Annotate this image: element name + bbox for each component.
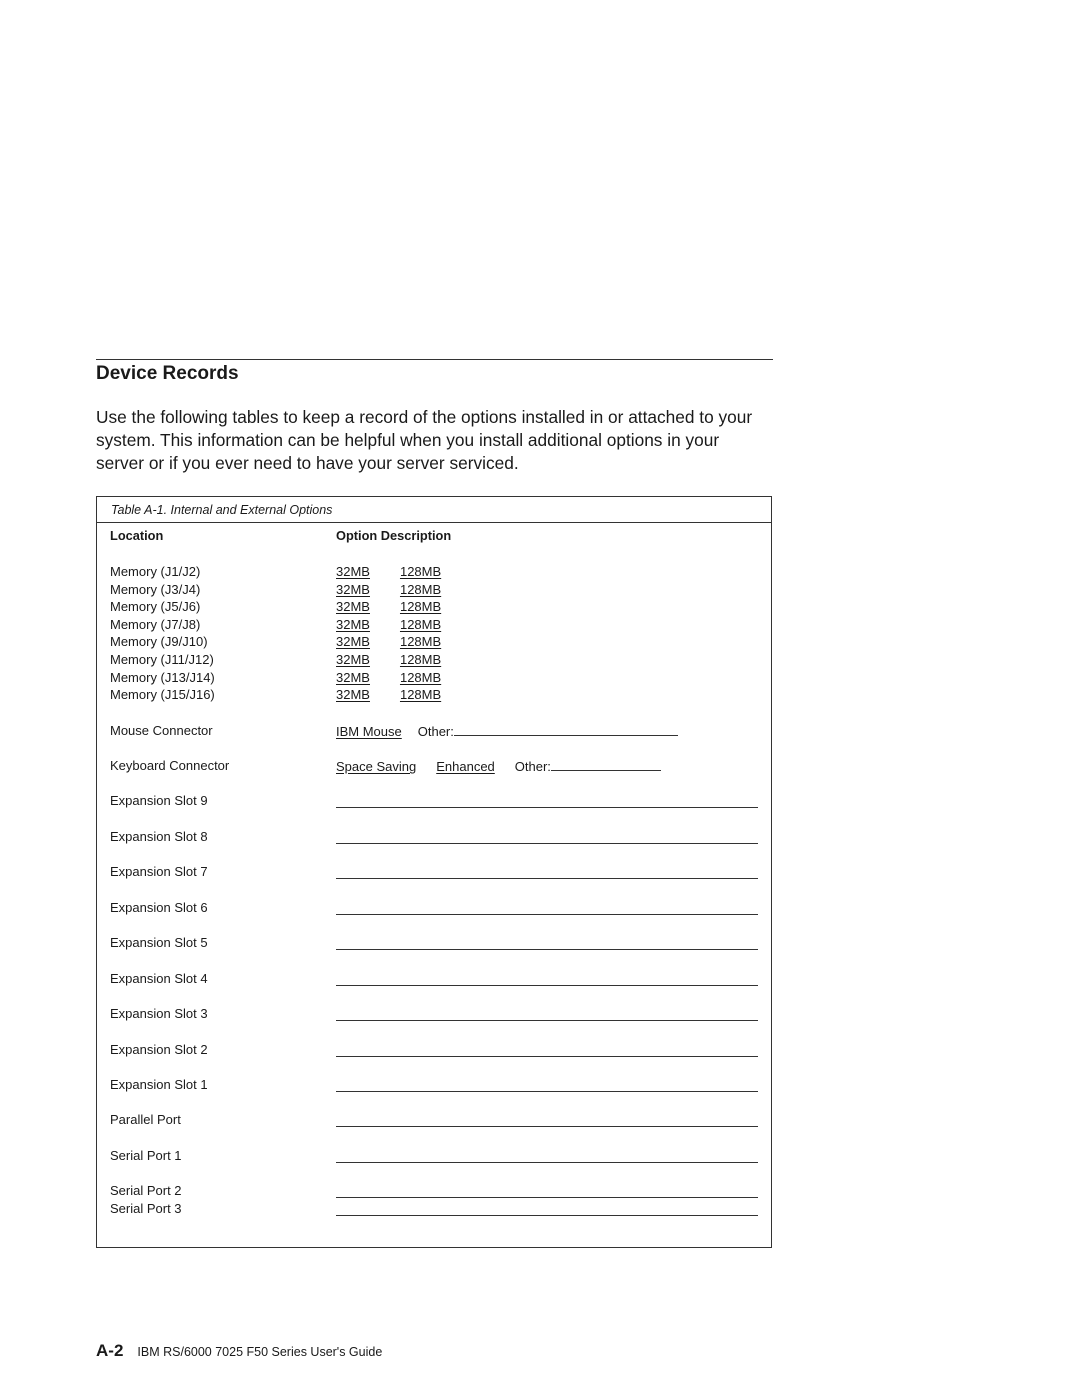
option-128mb[interactable]: 128MB [400, 617, 441, 632]
table-row: Memory (J1/J2) 32MB 128MB [97, 564, 771, 582]
option-128mb[interactable]: 128MB [400, 564, 441, 579]
fill-in-line[interactable] [336, 1197, 758, 1198]
row-location: Expansion Slot 6 [110, 900, 208, 915]
row-location: Expansion Slot 2 [110, 1042, 208, 1057]
option-128mb[interactable]: 128MB [400, 652, 441, 667]
fill-in-line[interactable] [336, 949, 758, 950]
table-row: Serial Port 3 [97, 1201, 771, 1219]
table-caption: Table A-1. Internal and External Options [97, 497, 771, 523]
row-location: Serial Port 2 [110, 1183, 182, 1198]
table-row: Expansion Slot 3 [97, 1006, 771, 1024]
fill-in-line[interactable] [336, 878, 758, 879]
option-128mb[interactable]: 128MB [400, 634, 441, 649]
row-location: Keyboard Connector [110, 758, 230, 773]
table-row: Expansion Slot 8 [97, 829, 771, 847]
other-input-line[interactable] [453, 723, 678, 736]
section-rule [96, 359, 773, 360]
row-location: Expansion Slot 9 [110, 793, 208, 808]
row-location: Expansion Slot 7 [110, 864, 208, 879]
row-location: Serial Port 1 [110, 1148, 182, 1163]
option-32mb[interactable]: 32MB [336, 634, 370, 649]
fill-in-line[interactable] [336, 843, 758, 844]
table-row: Expansion Slot 4 [97, 971, 771, 989]
option-enhanced[interactable]: Enhanced [436, 759, 495, 774]
row-location: Memory (J9/J10) [110, 634, 208, 649]
row-location: Memory (J15/J16) [110, 687, 215, 702]
other-label: Other: [514, 759, 551, 774]
table-row: Expansion Slot 7 [97, 864, 771, 882]
table-row: Memory (J15/J16) 32MB 128MB [97, 687, 771, 705]
page-footer: A-2 IBM RS/6000 7025 F50 Series User's Gu… [96, 1341, 382, 1361]
fill-in-line[interactable] [336, 807, 758, 808]
column-header-location: Location [110, 528, 164, 543]
fill-in-line[interactable] [336, 1091, 758, 1092]
option-32mb[interactable]: 32MB [336, 564, 370, 579]
table-row: Expansion Slot 1 [97, 1077, 771, 1095]
table-row: Serial Port 1 [97, 1148, 771, 1166]
section-title: Device Records [96, 363, 239, 384]
table-row: Memory (J7/J8) 32MB 128MB [97, 617, 771, 635]
option-32mb[interactable]: 32MB [336, 687, 370, 702]
column-header-description: Option Description [336, 528, 452, 543]
table-row: Memory (J13/J14) 32MB 128MB [97, 670, 771, 688]
row-location: Memory (J3/J4) [110, 582, 201, 597]
table-row: Expansion Slot 2 [97, 1042, 771, 1060]
row-location: Serial Port 3 [110, 1201, 182, 1216]
table-row: Memory (J9/J10) 32MB 128MB [97, 634, 771, 652]
option-128mb[interactable]: 128MB [400, 670, 441, 685]
option-space-saving[interactable]: Space Saving [336, 759, 416, 774]
row-location: Memory (J1/J2) [110, 564, 201, 579]
row-location: Expansion Slot 3 [110, 1006, 208, 1021]
other-label: Other: [417, 724, 454, 739]
table-row: Memory (J3/J4) 32MB 128MB [97, 582, 771, 600]
table-row: Parallel Port [97, 1112, 771, 1130]
fill-in-line[interactable] [336, 1162, 758, 1163]
option-32mb[interactable]: 32MB [336, 582, 370, 597]
table-row-keyboard: Keyboard Connector Space Saving Enhanced O… [97, 758, 771, 776]
row-location: Mouse Connector [110, 723, 213, 738]
row-location: Memory (J11/J12) [110, 652, 214, 667]
option-32mb[interactable]: 32MB [336, 652, 370, 667]
fill-in-line[interactable] [336, 1056, 758, 1057]
option-128mb[interactable]: 128MB [400, 599, 441, 614]
row-location: Memory (J7/J8) [110, 617, 201, 632]
option-ibm-mouse[interactable]: IBM Mouse [336, 724, 402, 739]
table-row-mouse: Mouse Connector IBM Mouse Other: [97, 723, 771, 741]
fill-in-line[interactable] [336, 1126, 758, 1127]
row-location: Expansion Slot 8 [110, 829, 208, 844]
fill-in-line[interactable] [336, 1215, 758, 1216]
fill-in-line[interactable] [336, 914, 758, 915]
option-128mb[interactable]: 128MB [400, 687, 441, 702]
intro-paragraph: Use the following tables to keep a recor… [96, 407, 753, 473]
option-32mb[interactable]: 32MB [336, 617, 370, 632]
table-row: Memory (J5/J6) 32MB 128MB [97, 599, 771, 617]
option-32mb[interactable]: 32MB [336, 599, 370, 614]
table-row: Expansion Slot 6 [97, 900, 771, 918]
table-row: Expansion Slot 9 [97, 793, 771, 811]
row-location: Expansion Slot 1 [110, 1077, 208, 1092]
row-location: Memory (J5/J6) [110, 599, 201, 614]
page-number: A-2 [96, 1341, 124, 1360]
option-128mb[interactable]: 128MB [400, 582, 441, 597]
table-row: Memory (J11/J12) 32MB 128MB [97, 652, 771, 670]
options-table: Table A-1. Internal and External Options… [96, 496, 772, 1248]
row-location: Memory (J13/J14) [110, 670, 215, 685]
other-input-line[interactable] [550, 758, 661, 771]
row-location: Parallel Port [110, 1112, 181, 1127]
option-32mb[interactable]: 32MB [336, 670, 370, 685]
book-title: IBM RS/6000 7025 F50 Series User's Guide [137, 1345, 383, 1359]
row-location: Expansion Slot 5 [110, 935, 208, 950]
fill-in-line[interactable] [336, 985, 758, 986]
table-row: Serial Port 2 [97, 1183, 771, 1201]
row-location: Expansion Slot 4 [110, 971, 208, 986]
fill-in-line[interactable] [336, 1020, 758, 1021]
table-row: Expansion Slot 5 [97, 935, 771, 953]
